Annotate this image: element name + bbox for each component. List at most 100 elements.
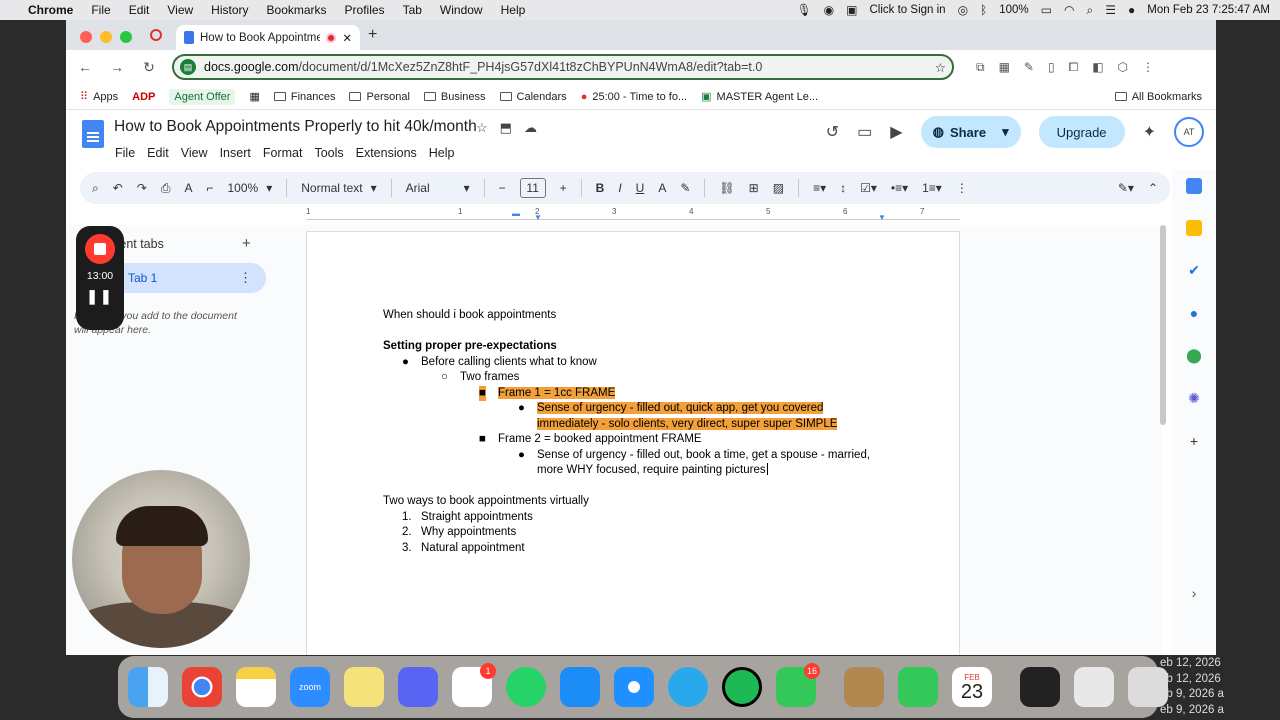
bookmark-business[interactable]: Business bbox=[423, 91, 486, 103]
desktop-file-date[interactable]: eb 9, 2026 a bbox=[1160, 687, 1280, 703]
battery-percent[interactable]: 100% bbox=[999, 4, 1028, 16]
spellcheck-icon[interactable]: A bbox=[184, 181, 192, 195]
docs-logo-icon[interactable] bbox=[82, 120, 104, 148]
extension-3-icon[interactable]: ▯ bbox=[1048, 60, 1055, 74]
contacts-icon[interactable]: ● bbox=[1190, 305, 1198, 321]
print-icon[interactable]: ⎙ bbox=[161, 181, 171, 196]
bartender-icon[interactable]: ▣ bbox=[846, 3, 857, 17]
star-icon[interactable]: ☆ bbox=[476, 120, 488, 136]
menu-file[interactable]: File bbox=[91, 3, 110, 17]
desktop-file-date[interactable]: eb 12, 2026 bbox=[1160, 656, 1280, 672]
tasks-icon[interactable]: ✔ bbox=[1188, 262, 1200, 279]
finder-icon[interactable] bbox=[128, 667, 168, 707]
extension-pen-icon[interactable]: ✎ bbox=[1024, 60, 1034, 74]
extension-1-icon[interactable]: ⧉ bbox=[976, 60, 985, 75]
recent-window-thumbnail[interactable] bbox=[1074, 667, 1114, 707]
siri-icon[interactable]: ● bbox=[1128, 3, 1135, 17]
menu-edit[interactable]: Edit bbox=[129, 3, 150, 17]
insert-link-icon[interactable]: ⛓ bbox=[719, 181, 734, 195]
back-icon[interactable]: ← bbox=[76, 59, 94, 75]
share-button[interactable]: ◍ Share ▾ bbox=[920, 116, 1021, 148]
highlight-color-icon[interactable]: ✎ bbox=[680, 181, 690, 195]
get-addons-icon[interactable]: + bbox=[1190, 433, 1198, 449]
numbered-list-icon[interactable]: 1≡▾ bbox=[922, 181, 942, 195]
spotlight-icon[interactable]: ⌕ bbox=[1087, 3, 1094, 18]
insert-image-icon[interactable]: ▨ bbox=[773, 181, 784, 195]
extension-2-icon[interactable]: ▦ bbox=[999, 60, 1010, 74]
site-info-icon[interactable]: ▤ bbox=[180, 59, 196, 75]
desktop-file-date[interactable]: eb 12, 2026 bbox=[1160, 672, 1280, 688]
share-dropdown-icon[interactable]: ▾ bbox=[1002, 124, 1009, 140]
zoom-window-icon[interactable] bbox=[120, 31, 132, 43]
reminders-icon[interactable]: 1 bbox=[452, 663, 496, 707]
webcam-bubble[interactable] bbox=[72, 470, 250, 648]
style-select[interactable]: Normal text ▾ bbox=[301, 181, 376, 195]
document-title[interactable]: How to Book Appointments Properly to hit… bbox=[114, 118, 477, 136]
control-center-icon[interactable]: ☰ bbox=[1105, 3, 1116, 17]
bookmark-adp[interactable]: ADP bbox=[132, 91, 155, 103]
first-line-indent-marker[interactable]: ▬ bbox=[512, 209, 520, 218]
close-tab-icon[interactable]: ✕ bbox=[342, 31, 352, 45]
calendar-app-icon[interactable]: FEB 23 bbox=[952, 667, 992, 707]
click-to-sign-in[interactable]: Click to Sign in bbox=[870, 4, 946, 16]
bookmark-star-icon[interactable]: ☆ bbox=[935, 60, 946, 75]
document-body[interactable]: When should i book appointments Setting … bbox=[383, 308, 903, 556]
new-tab-icon[interactable]: + bbox=[368, 26, 377, 44]
bookmark-agent-offer[interactable]: Agent Offer bbox=[169, 88, 236, 105]
checklist-icon[interactable]: ☑▾ bbox=[860, 181, 877, 195]
docs-menu-insert[interactable]: Insert bbox=[220, 146, 251, 160]
collapse-panel-icon[interactable]: › bbox=[1192, 585, 1197, 601]
menu-help[interactable]: Help bbox=[501, 3, 526, 17]
desktop-file-date[interactable]: eb 9, 2026 a bbox=[1160, 703, 1280, 719]
calendar-icon[interactable] bbox=[1186, 178, 1202, 194]
messages-icon[interactable]: 16 bbox=[776, 663, 820, 707]
bulleted-list-icon[interactable]: •≡▾ bbox=[891, 181, 908, 195]
docs-menu-help[interactable]: Help bbox=[429, 146, 455, 160]
meet-icon[interactable]: ▶ bbox=[890, 122, 902, 142]
bookmark-calendars[interactable]: Calendars bbox=[499, 91, 567, 103]
bookmark-apps[interactable]: ⠿ Apps bbox=[80, 90, 118, 104]
docs-menu-file[interactable]: File bbox=[115, 146, 135, 160]
left-indent-marker[interactable]: ▼ bbox=[534, 213, 542, 222]
line-spacing-icon[interactable]: ↕ bbox=[840, 181, 846, 195]
increase-font-size-icon[interactable]: + bbox=[560, 181, 567, 195]
search-menus-icon[interactable]: ⌕ bbox=[92, 181, 99, 196]
right-indent-marker[interactable]: ▼ bbox=[878, 213, 886, 222]
telegram-icon[interactable] bbox=[668, 667, 708, 707]
font-select[interactable]: Arial ▾ bbox=[406, 181, 470, 195]
hide-menus-icon[interactable]: ⌃ bbox=[1148, 181, 1158, 195]
horizontal-ruler[interactable]: 1 1 2 3 4 5 6 7 ▬ ▼ ▼ bbox=[306, 207, 960, 225]
stickies-icon[interactable] bbox=[344, 667, 384, 707]
minimize-window-icon[interactable] bbox=[100, 31, 112, 43]
airdrop-icon[interactable]: ◎ bbox=[958, 3, 968, 17]
comments-icon[interactable]: ▭ bbox=[857, 122, 872, 142]
browser-tab-active[interactable]: How to Book Appointme ✕ bbox=[176, 25, 360, 50]
extensions-puzzle-icon[interactable]: ⧠ bbox=[1069, 60, 1079, 75]
upgrade-button[interactable]: Upgrade bbox=[1038, 116, 1125, 148]
url-text[interactable]: docs.google.com/document/d/1McXez5ZnZ8ht… bbox=[204, 60, 927, 74]
spotify-icon[interactable] bbox=[722, 667, 762, 707]
underline-icon[interactable]: U bbox=[636, 181, 645, 195]
tab-options-icon[interactable]: ⋮ bbox=[239, 270, 252, 286]
extension-4-icon[interactable]: ◧ bbox=[1092, 60, 1103, 74]
pause-icon[interactable]: ❚❚ bbox=[86, 288, 113, 305]
scrollbar-thumb[interactable] bbox=[1160, 225, 1166, 425]
chrome-menu-icon[interactable]: ⋮ bbox=[1142, 60, 1154, 74]
menu-view[interactable]: View bbox=[167, 3, 193, 17]
recent-video-thumbnail[interactable] bbox=[1020, 667, 1060, 707]
paint-format-icon[interactable]: ⌐ bbox=[206, 181, 213, 195]
menu-profiles[interactable]: Profiles bbox=[345, 3, 385, 17]
menu-app-name[interactable]: Chrome bbox=[28, 3, 73, 17]
add-tab-icon[interactable]: + bbox=[242, 235, 251, 252]
undo-icon[interactable]: ↶ bbox=[113, 181, 123, 195]
discord-icon[interactable] bbox=[398, 667, 438, 707]
extension-5-icon[interactable]: ⬡ bbox=[1118, 60, 1128, 74]
microphone-icon[interactable]: 🎙 bbox=[796, 3, 811, 17]
whatsapp-icon[interactable] bbox=[506, 667, 546, 707]
safari-icon[interactable] bbox=[614, 667, 654, 707]
numbers-icon[interactable] bbox=[898, 667, 938, 707]
zoom-select[interactable]: 100% ▾ bbox=[228, 181, 273, 195]
gemini-icon[interactable]: ✦ bbox=[1143, 122, 1156, 142]
move-folder-icon[interactable]: ⬒ bbox=[500, 120, 512, 136]
bluetooth-icon[interactable]: ᛒ bbox=[980, 3, 987, 17]
